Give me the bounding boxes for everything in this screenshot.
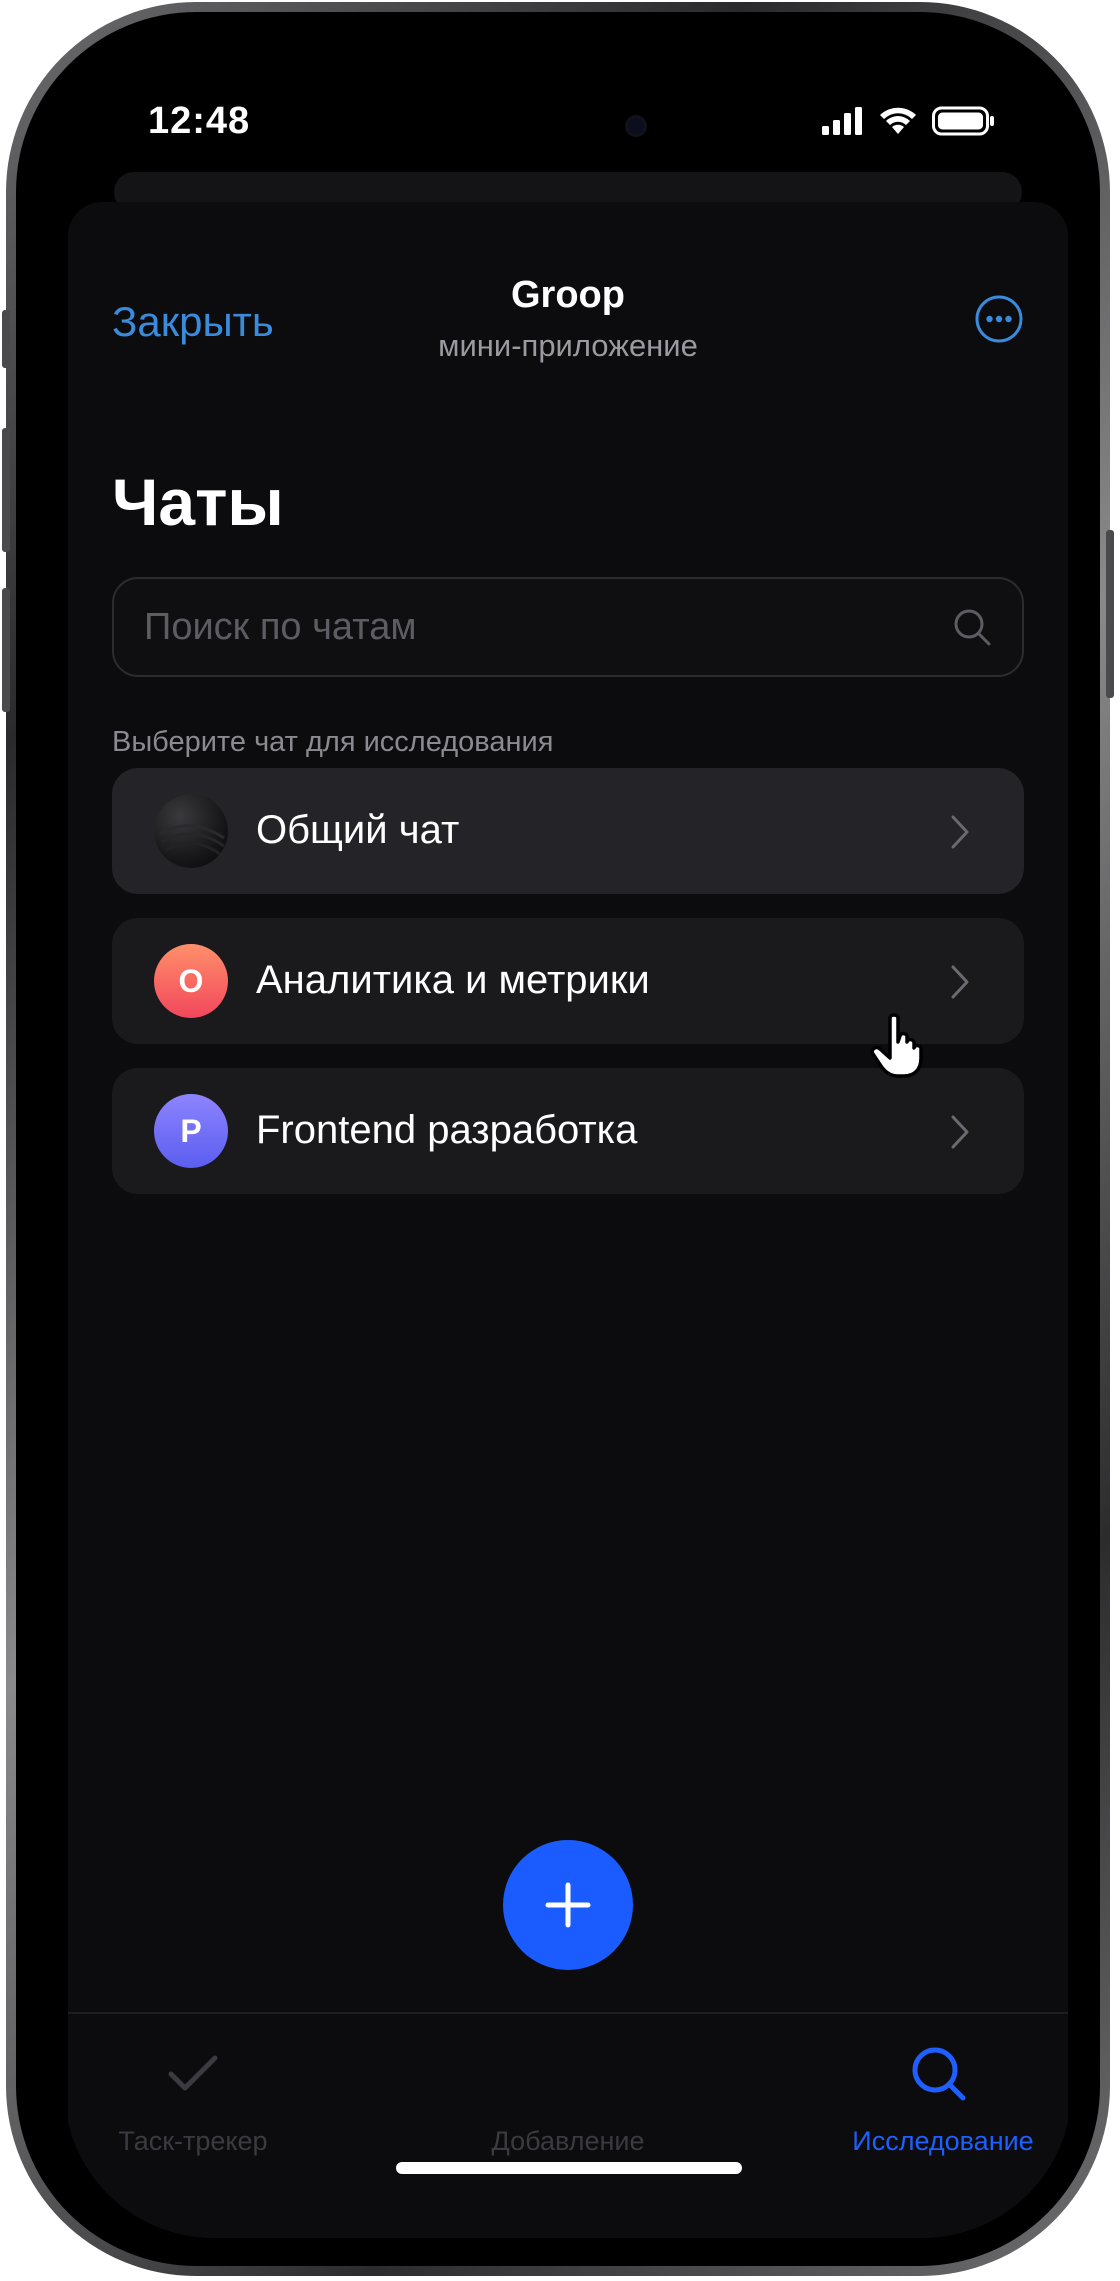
tab-label: Добавление xyxy=(491,2126,645,2156)
ellipsis-circle-icon[interactable] xyxy=(974,294,1024,344)
tab-bar: Таск-трекер Добавление Исследование xyxy=(68,2012,1068,2238)
search-input[interactable] xyxy=(144,579,924,675)
dynamic-island xyxy=(432,80,704,172)
chevron-right-icon xyxy=(951,1115,969,1149)
section-label: Выберите чат для исследования xyxy=(112,726,554,758)
phone-bezel: 12:48 Закрыть Groop мини-приложение Чаты… xyxy=(16,12,1100,2266)
search-icon[interactable] xyxy=(952,607,992,647)
chat-label: Общий чат xyxy=(256,808,460,852)
status-time: 12:48 xyxy=(148,100,251,142)
cellular-signal-icon xyxy=(822,107,862,135)
chat-row-frontend[interactable]: P Frontend разработка xyxy=(112,1068,1024,1194)
plus-icon xyxy=(545,1882,591,1928)
mini-app-sheet: Закрыть Groop мини-приложение Чаты Поиск… xyxy=(68,202,1068,2238)
search-box[interactable] xyxy=(112,577,1024,677)
phone-screen: 12:48 Закрыть Groop мини-приложение Чаты… xyxy=(64,60,1072,2238)
avatar xyxy=(154,794,228,868)
add-button[interactable] xyxy=(503,1840,633,1970)
battery-icon xyxy=(932,106,994,136)
chat-row-general[interactable]: Общий чат xyxy=(112,768,1024,894)
avatar: О xyxy=(154,944,228,1018)
volume-up-button xyxy=(2,428,10,552)
phone-frame: 12:48 Закрыть Groop мини-приложение Чаты… xyxy=(2,2,1114,2276)
app-title: Groop xyxy=(511,274,625,316)
tab-label: Исследование xyxy=(852,2126,1034,2156)
hand-pointer-cursor-icon xyxy=(870,1013,923,1078)
action-button xyxy=(2,310,10,368)
home-indicator[interactable] xyxy=(396,2162,742,2174)
avatar: P xyxy=(154,1094,228,1168)
checkmark-icon xyxy=(168,2055,218,2091)
search-icon xyxy=(912,2047,966,2101)
power-button xyxy=(1106,530,1114,698)
tab-label: Таск-трекер xyxy=(118,2126,268,2156)
chat-label: Frontend разработка xyxy=(256,1108,638,1152)
avatar-stripes-icon xyxy=(159,824,225,856)
wifi-icon xyxy=(880,107,916,134)
volume-down-button xyxy=(2,588,10,712)
status-icons xyxy=(822,106,996,136)
app-subtitle: мини-приложение xyxy=(438,328,698,363)
chevron-right-icon xyxy=(951,815,969,849)
front-camera-icon xyxy=(628,118,644,134)
page-title: Чаты xyxy=(112,465,284,539)
chevron-right-icon xyxy=(951,965,969,999)
chat-label: Аналитика и метрики xyxy=(256,958,650,1002)
